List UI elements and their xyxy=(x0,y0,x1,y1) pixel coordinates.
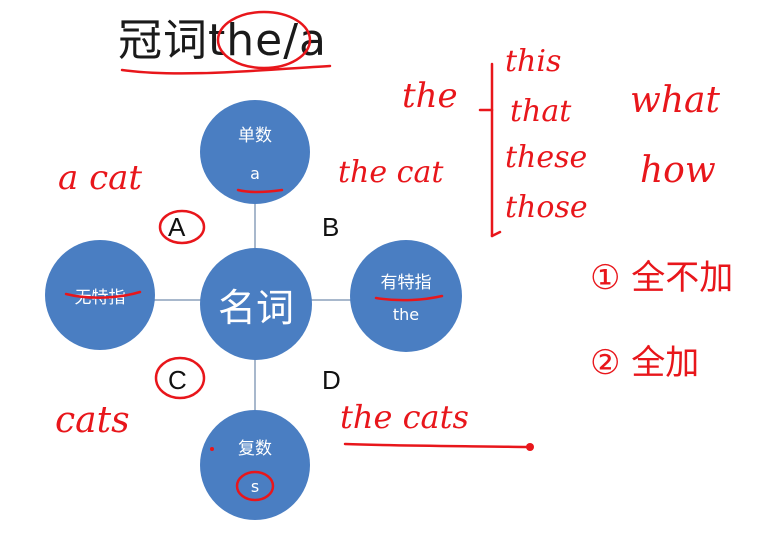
ink-strokes xyxy=(64,10,534,502)
slide: 冠词the/a 单数 a 无特指 名词 有特指 the 复数 s A B C D… xyxy=(0,0,770,537)
